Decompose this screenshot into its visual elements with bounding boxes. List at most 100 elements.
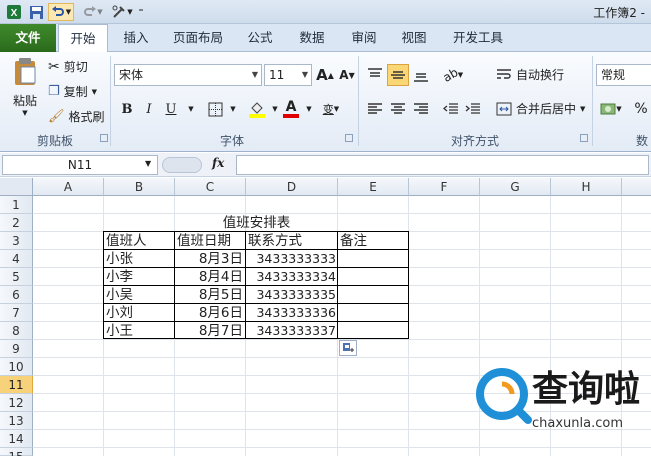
worksheet-grid[interactable]: A B C D E F G H 1 2 3 4 5 6 7 8 9 10 11 … — [0, 178, 651, 456]
customize-icon[interactable]: ▼ — [110, 3, 134, 21]
cut-button[interactable]: ✂ 剪切 — [48, 58, 88, 75]
formula-bar-splitter[interactable] — [162, 157, 202, 173]
row-header-5[interactable]: 5 — [0, 268, 33, 286]
row-header-2[interactable]: 2 — [0, 214, 33, 232]
cell-phone[interactable]: 3433333333 — [246, 250, 336, 268]
row-header-6[interactable]: 6 — [0, 286, 33, 304]
italic-button[interactable]: I — [138, 98, 160, 120]
font-size-select[interactable]: 11 ▼ — [264, 64, 312, 86]
cell-date[interactable]: 8月4日 — [175, 268, 243, 286]
row-header-4[interactable]: 4 — [0, 250, 33, 268]
cell-name[interactable]: 小吴 — [106, 286, 133, 304]
cell-phone[interactable]: 3433333337 — [246, 322, 336, 340]
font-launcher-icon[interactable] — [345, 134, 353, 142]
cell-date[interactable]: 8月7日 — [175, 322, 243, 340]
sheet-title[interactable]: 值班安排表 — [104, 214, 409, 232]
paste-options-button[interactable] — [339, 340, 357, 356]
column-header-D[interactable]: D — [246, 178, 338, 196]
tab-view[interactable]: 视图 — [394, 24, 434, 52]
tab-developer[interactable]: 开发工具 — [446, 24, 510, 52]
cell-name[interactable]: 小王 — [106, 322, 133, 340]
currency-button[interactable]: ▼ — [598, 98, 624, 120]
column-header-H[interactable]: H — [551, 178, 622, 196]
redo-button[interactable]: ▼ — [80, 3, 106, 21]
cell-name[interactable]: 小张 — [106, 250, 133, 268]
name-box[interactable]: N11 — [2, 155, 158, 175]
quick-access-menu-icon[interactable]: ⁼ — [136, 3, 146, 21]
row-header-3[interactable]: 3 — [0, 232, 33, 250]
merge-center-button[interactable]: 合并后居中 ▼ — [496, 100, 585, 117]
orientation-button[interactable]: ab ▼ — [440, 64, 466, 86]
clipboard-launcher-icon[interactable] — [100, 134, 108, 142]
column-header-E[interactable]: E — [338, 178, 409, 196]
align-middle-button[interactable] — [387, 64, 409, 86]
column-header-C[interactable]: C — [175, 178, 246, 196]
cell-phone[interactable]: 3433333334 — [246, 268, 336, 286]
undo-button[interactable]: ▼ — [48, 3, 74, 21]
save-icon[interactable] — [26, 3, 46, 21]
cell-name[interactable]: 小刘 — [106, 304, 133, 322]
tab-page-layout[interactable]: 页面布局 — [166, 24, 230, 52]
align-right-button[interactable] — [410, 98, 432, 120]
row-header-1[interactable]: 1 — [0, 196, 33, 214]
insert-function-icon[interactable]: fx — [212, 156, 224, 170]
row-header-9[interactable]: 9 — [0, 340, 33, 358]
chevron-down-icon[interactable]: ▼ — [145, 159, 151, 168]
align-left-button[interactable] — [364, 98, 386, 120]
header-cell-contact[interactable]: 联系方式 — [248, 232, 302, 250]
row-header-13[interactable]: 13 — [0, 412, 33, 430]
wrap-text-button[interactable]: 自动换行 — [496, 66, 564, 83]
row-header-7[interactable]: 7 — [0, 304, 33, 322]
cell-phone[interactable]: 3433333335 — [246, 286, 336, 304]
column-header-B[interactable]: B — [104, 178, 175, 196]
paste-button[interactable]: 粘贴 ▼ — [8, 56, 42, 117]
wrap-text-icon — [497, 68, 511, 79]
cell-date[interactable]: 8月3日 — [175, 250, 243, 268]
align-top-button[interactable] — [364, 64, 386, 86]
tab-home[interactable]: 开始 — [58, 24, 108, 53]
decrease-indent-button[interactable] — [440, 98, 462, 120]
alignment-launcher-icon[interactable] — [580, 134, 588, 142]
row-header-8[interactable]: 8 — [0, 322, 33, 340]
header-cell-name[interactable]: 值班人 — [106, 232, 147, 250]
font-color-dropdown-icon[interactable]: ▼ — [298, 98, 320, 120]
column-header-F[interactable]: F — [409, 178, 480, 196]
phonetic-button[interactable]: 变 ▼ — [318, 98, 344, 120]
percent-button[interactable]: % — [630, 98, 651, 120]
increase-indent-button[interactable] — [462, 98, 484, 120]
shrink-font-button[interactable]: A ▼ — [336, 64, 358, 86]
borders-dropdown-icon[interactable]: ▼ — [222, 98, 244, 120]
underline-button[interactable]: U — [160, 98, 182, 120]
tab-insert[interactable]: 插入 — [116, 24, 156, 52]
row-header-12[interactable]: 12 — [0, 394, 33, 412]
cell-date[interactable]: 8月5日 — [175, 286, 243, 304]
column-header-G[interactable]: G — [480, 178, 551, 196]
select-all-corner[interactable] — [0, 178, 33, 196]
cell-name[interactable]: 小李 — [106, 268, 133, 286]
column-header-I[interactable] — [622, 178, 651, 196]
tab-formulas[interactable]: 公式 — [240, 24, 280, 52]
bold-button[interactable]: B — [116, 98, 138, 120]
format-painter-button[interactable]: 🖌 格式刷 — [48, 108, 105, 125]
copy-button[interactable]: ❐ 复制 ▼ — [48, 83, 97, 100]
tab-file[interactable]: 文件 — [0, 24, 56, 52]
align-bottom-button[interactable] — [410, 64, 432, 86]
font-name-select[interactable]: 宋体 ▼ — [114, 64, 262, 86]
cell-date[interactable]: 8月6日 — [175, 304, 243, 322]
underline-dropdown-icon[interactable]: ▼ — [180, 98, 202, 120]
formula-input[interactable] — [236, 155, 649, 175]
row-header-11[interactable]: 11 — [0, 376, 33, 394]
tab-review[interactable]: 审阅 — [344, 24, 384, 52]
row-header-14[interactable]: 14 — [0, 430, 33, 448]
header-cell-note[interactable]: 备注 — [340, 232, 367, 250]
grow-font-button[interactable]: A ▲ — [314, 64, 336, 86]
header-cell-date[interactable]: 值班日期 — [177, 232, 231, 250]
align-center-button[interactable] — [387, 98, 409, 120]
cell-phone[interactable]: 3433333336 — [246, 304, 336, 322]
row-header-10[interactable]: 10 — [0, 358, 33, 376]
number-format-select[interactable]: 常规 — [596, 64, 651, 86]
tab-data[interactable]: 数据 — [292, 24, 332, 52]
excel-logo-icon[interactable]: X — [4, 3, 24, 21]
column-header-A[interactable]: A — [33, 178, 104, 196]
row-header-15[interactable]: 15 — [0, 448, 33, 456]
